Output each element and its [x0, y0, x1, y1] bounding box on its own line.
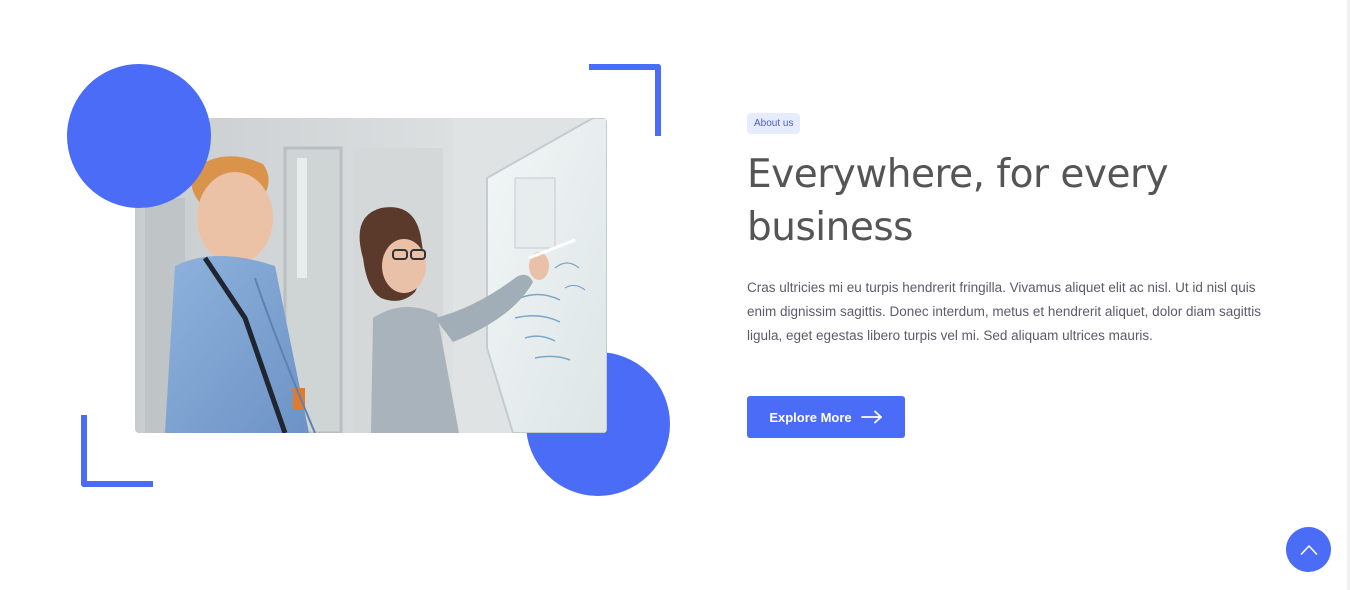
arrow-right-icon: [860, 410, 883, 424]
explore-more-label: Explore More: [769, 409, 852, 425]
section-heading: Everywhere, for every business: [747, 152, 1169, 250]
decor-circle-top-left: [67, 64, 211, 208]
team-whiteboard-photo: [135, 118, 607, 433]
scroll-to-top-button[interactable]: [1286, 527, 1331, 572]
chevron-up-icon: [1300, 544, 1318, 556]
explore-more-button[interactable]: Explore More: [747, 396, 905, 438]
section-description: Cras ultricies mi eu turpis hendrerit fr…: [747, 280, 1261, 343]
section-tag: About us: [747, 113, 801, 134]
about-content: About us Everywhere, for every business …: [747, 113, 1287, 438]
about-media: [0, 0, 700, 590]
